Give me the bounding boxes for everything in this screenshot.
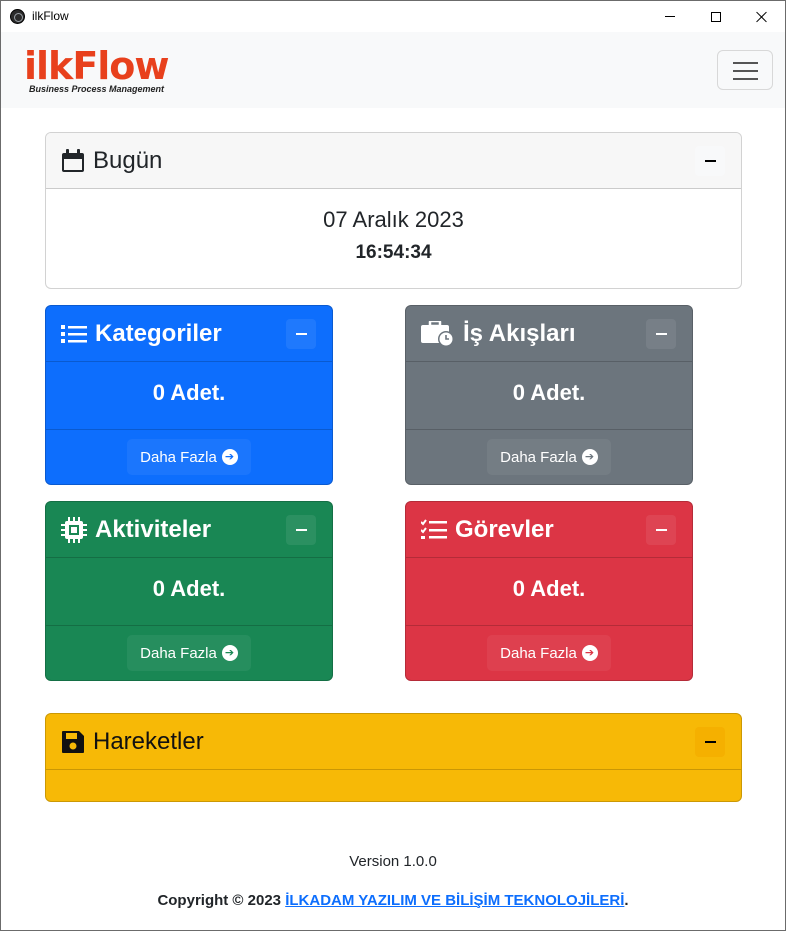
workflows-card: İş Akışları 0 Adet. Daha Fazla — [405, 305, 693, 485]
arrow-right-circle-icon — [221, 449, 238, 465]
activities-card: Aktiviteler 0 Adet. Daha Fazla — [45, 501, 333, 681]
workflows-collapse-button[interactable] — [646, 319, 676, 349]
minimize-icon — [665, 16, 675, 17]
moves-card: Hareketler — [45, 713, 742, 802]
today-collapse-button[interactable] — [695, 146, 725, 176]
minus-icon — [704, 741, 716, 743]
list-icon — [61, 323, 87, 345]
workflows-count: 0 Adet. — [512, 380, 586, 405]
moves-collapse-button[interactable] — [695, 727, 725, 757]
categories-count: 0 Adet. — [152, 380, 226, 405]
activities-card-title: Aktiviteler — [95, 515, 212, 543]
today-date: 07 Aralık 2023 — [323, 207, 464, 232]
workflows-more-button[interactable]: Daha Fazla — [487, 439, 611, 475]
hamburger-icon — [733, 62, 758, 64]
window-title: ilkFlow — [32, 9, 69, 23]
minimize-button[interactable] — [647, 1, 693, 32]
calendar-icon — [61, 148, 85, 173]
floppy-disk-icon — [61, 730, 85, 754]
tasks-count: 0 Adet. — [512, 576, 586, 601]
maximize-button[interactable] — [693, 1, 739, 32]
close-button[interactable] — [739, 1, 785, 32]
today-card-header: Bugün — [46, 133, 741, 189]
arrow-right-circle-icon — [581, 645, 598, 661]
minus-icon — [655, 529, 667, 531]
activities-count: 0 Adet. — [152, 576, 226, 601]
version-text: Version 1.0.0 — [349, 853, 437, 870]
logo-subtitle: Business Process Management — [29, 84, 165, 94]
tasks-card-title: Görevler — [455, 515, 554, 543]
maximize-icon — [711, 11, 721, 22]
moves-card-title: Hareketler — [93, 727, 204, 755]
activities-more-button[interactable]: Daha Fazla — [127, 635, 251, 671]
arrow-right-circle-icon — [581, 449, 598, 465]
close-icon — [756, 11, 768, 23]
company-link[interactable]: İLKADAM YAZILIM VE BİLİŞİM TEKNOLOJİLERİ — [285, 892, 624, 909]
workflows-card-title: İş Akışları — [463, 319, 576, 347]
copyright: Copyright © 2023 İLKADAM YAZILIM VE BİLİ… — [157, 892, 629, 909]
categories-card-title: Kategoriler — [95, 319, 222, 347]
activities-collapse-button[interactable] — [286, 515, 316, 545]
categories-card: Kategoriler 0 Adet. Daha Fazla — [45, 305, 333, 485]
categories-more-button[interactable]: Daha Fazla — [127, 439, 251, 475]
today-card-title: Bugün — [93, 146, 163, 174]
window-titlebar: ilkFlow — [1, 1, 785, 32]
tasks-card: Görevler 0 Adet. Daha Fazla — [405, 501, 693, 681]
navbar: ilkFlow Business Process Management — [1, 32, 785, 108]
logo[interactable]: ilkFlow — [24, 44, 170, 88]
minus-icon — [704, 160, 716, 162]
tasks-more-button[interactable]: Daha Fazla — [487, 635, 611, 671]
cpu-icon — [61, 516, 87, 543]
today-time: 16:54:34 — [355, 242, 432, 263]
minus-icon — [295, 333, 307, 335]
navbar-toggler-button[interactable] — [717, 50, 773, 90]
minus-icon — [655, 333, 667, 335]
briefcase-clock-icon — [421, 320, 455, 347]
tasks-collapse-button[interactable] — [646, 515, 676, 545]
checklist-icon — [421, 518, 447, 541]
arrow-right-circle-icon — [221, 645, 238, 661]
minus-icon — [295, 529, 307, 531]
app-icon — [10, 9, 25, 24]
categories-collapse-button[interactable] — [286, 319, 316, 349]
today-card: Bugün 07 Aralık 2023 16:54:34 — [45, 132, 742, 289]
